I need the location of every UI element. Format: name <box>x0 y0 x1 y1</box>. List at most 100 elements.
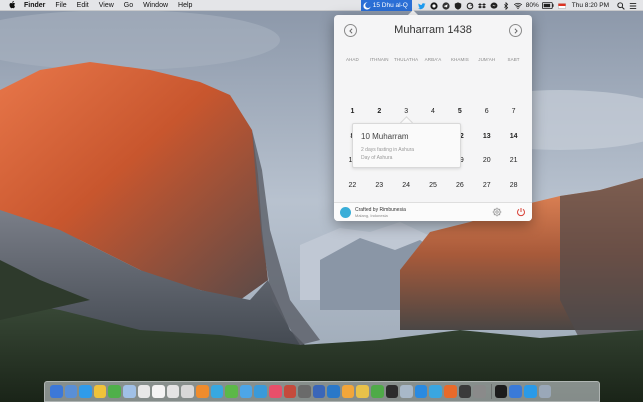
dropbox-icon[interactable] <box>477 2 486 10</box>
spotlight-search-icon[interactable] <box>617 1 625 10</box>
weekday-label: AHAD <box>345 57 359 62</box>
dock-app-icon[interactable] <box>429 385 443 398</box>
dock-app-icon[interactable] <box>298 385 311 398</box>
dock-app-icon[interactable] <box>254 385 267 398</box>
calendar-day[interactable]: 27 <box>473 182 500 189</box>
calendar-day[interactable]: 28 <box>500 182 527 189</box>
calendar-day[interactable]: 21 <box>500 157 527 164</box>
dock-app-icon[interactable] <box>79 385 92 398</box>
weekday-header-row: AHAD ITHNAIN THULATHA ARBA'A KHAMIS JUM'… <box>339 57 527 62</box>
twitter-icon[interactable] <box>417 2 426 10</box>
notification-center-icon[interactable] <box>629 2 637 10</box>
gear-icon[interactable] <box>492 207 502 217</box>
weekday-label: SABT <box>507 57 520 62</box>
dock-app-icon[interactable] <box>400 385 413 398</box>
menu-bar: Finder File Edit View Go Window Help 15 … <box>0 0 643 11</box>
trash-icon[interactable] <box>538 385 552 398</box>
dock-app-icon[interactable] <box>239 385 253 398</box>
calendar-day[interactable]: 6 <box>473 108 500 115</box>
dock-app-icon[interactable] <box>283 385 297 398</box>
dock-app-icon[interactable] <box>371 385 384 398</box>
credit-location: Malang, Indonesia <box>355 213 388 218</box>
dock-app-icon[interactable] <box>64 385 78 398</box>
weekday-label: JUM'AH <box>478 57 496 62</box>
tooltip-event: Day of Ashura <box>361 155 393 161</box>
calendar-day[interactable]: 4 <box>420 108 447 115</box>
calendar-week-row: 22 23 24 25 26 27 28 <box>339 173 527 198</box>
tooltip-event: 2 days fasting in Ashura <box>361 147 415 153</box>
battery-icon[interactable] <box>541 2 554 10</box>
dock-app-icon[interactable] <box>152 385 165 398</box>
calendar-day[interactable]: 23 <box>366 182 393 189</box>
menu-extras: 15 Dhu al-Q 80% Thu 8:20 PM <box>360 0 643 11</box>
dock-app-icon[interactable] <box>414 385 428 398</box>
calendar-day[interactable]: 5 <box>446 108 473 115</box>
menu-app-name[interactable]: Finder <box>24 2 45 9</box>
dock-app-icon[interactable] <box>181 385 194 398</box>
dock-app-icon[interactable] <box>327 385 340 398</box>
dock-app-icon[interactable] <box>122 385 136 398</box>
dock-app-icon[interactable] <box>444 385 457 398</box>
calendar-day[interactable]: 13 <box>473 133 500 140</box>
hijri-date-menu-item[interactable]: 15 Dhu al-Q <box>360 0 412 11</box>
bluetooth-icon[interactable] <box>502 1 510 10</box>
menu-window[interactable]: Window <box>143 2 168 9</box>
calendar-day[interactable]: 3 <box>393 108 420 115</box>
calendar-day[interactable]: 2 <box>366 108 393 115</box>
dock-app-icon[interactable] <box>494 385 508 398</box>
menu-help[interactable]: Help <box>178 2 192 9</box>
sync-icon[interactable] <box>466 2 474 10</box>
apple-menu-icon[interactable] <box>9 1 16 9</box>
calendar-day[interactable]: 7 <box>500 108 527 115</box>
menu-clock[interactable]: Thu 8:20 PM <box>572 2 609 9</box>
dock-app-icon[interactable] <box>137 385 151 398</box>
dock-app-icon[interactable] <box>524 385 537 398</box>
dock-app-icon[interactable] <box>473 385 486 398</box>
menu-edit[interactable]: Edit <box>77 2 89 9</box>
dock-app-icon[interactable] <box>93 385 107 398</box>
messenger-icon[interactable] <box>490 2 498 10</box>
wifi-icon[interactable] <box>513 2 522 10</box>
calendar-day[interactable]: 1 <box>339 108 366 115</box>
dock-app-icon[interactable] <box>268 385 282 398</box>
weekday-label: ARBA'A <box>424 57 442 62</box>
calendar-footer: Crafted by Rimbunesia Malang, Indonesia <box>334 202 532 221</box>
battery-percentage: 80% <box>525 2 539 9</box>
next-month-button[interactable] <box>509 24 522 37</box>
weekday-label: THULATHA <box>394 57 419 62</box>
shield-icon[interactable] <box>454 1 462 10</box>
month-title: Muharram 1438 <box>394 24 472 36</box>
tooltip-title: 10 Muharram <box>361 132 409 141</box>
power-icon[interactable] <box>516 207 526 217</box>
dock-app-icon[interactable] <box>166 385 180 398</box>
calendar-day[interactable]: 24 <box>393 182 420 189</box>
dock-separator <box>490 384 492 399</box>
menu-view[interactable]: View <box>99 2 114 9</box>
chevron-right-icon <box>514 27 518 34</box>
dock-app-icon[interactable] <box>225 385 238 398</box>
fantastical-icon[interactable] <box>430 1 438 10</box>
menu-go[interactable]: Go <box>124 2 133 9</box>
calendar-day[interactable]: 26 <box>446 182 473 189</box>
menu-file[interactable]: File <box>55 2 66 9</box>
dock-app-icon[interactable] <box>356 385 370 398</box>
dock-app-icon[interactable] <box>195 385 209 398</box>
hijri-calendar-popover: Muharram 1438 AHAD ITHNAIN THULATHA ARBA… <box>334 15 532 221</box>
dock-app-icon[interactable] <box>312 385 326 398</box>
dock-app-icon[interactable] <box>341 385 355 398</box>
calendar-day[interactable]: 22 <box>339 182 366 189</box>
calendar-day[interactable]: 20 <box>473 157 500 164</box>
dock-app-icon[interactable] <box>458 385 472 398</box>
dock-app-icon[interactable] <box>509 385 522 398</box>
dock-app-icon[interactable] <box>210 385 224 398</box>
calendar-day[interactable]: 25 <box>420 182 447 189</box>
dock-app-icon[interactable] <box>50 385 63 398</box>
moon-icon <box>363 1 371 10</box>
dock-app-icon[interactable] <box>108 385 121 398</box>
calendar-day[interactable]: 14 <box>500 133 527 140</box>
calendar-header: Muharram 1438 <box>334 15 532 51</box>
dock-app-icon[interactable] <box>385 385 399 398</box>
flag-icon[interactable] <box>557 2 566 10</box>
telegram-icon[interactable] <box>442 1 450 10</box>
rimbunesia-logo-icon <box>340 207 351 218</box>
